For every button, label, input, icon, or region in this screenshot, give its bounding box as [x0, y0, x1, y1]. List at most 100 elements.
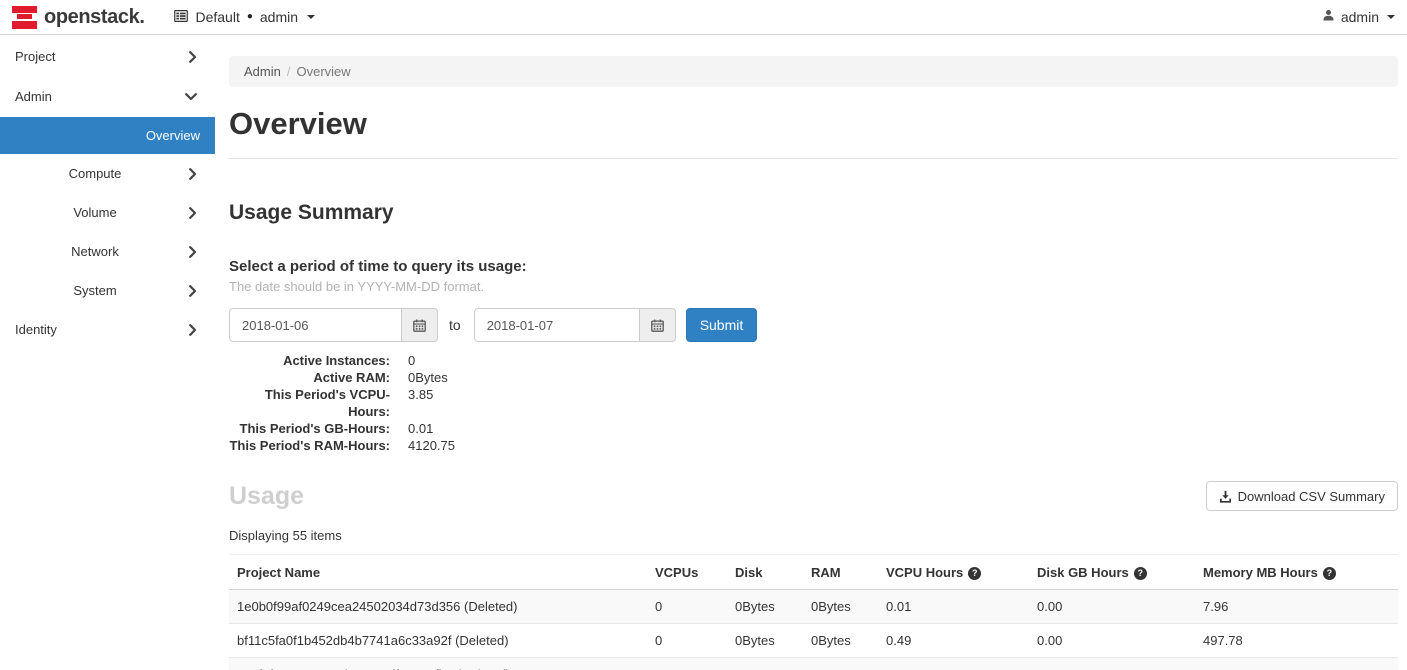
sidebar-item-label: Identity [15, 310, 57, 350]
date-range-form: to Submit [229, 308, 1398, 342]
submit-button[interactable]: Submit [686, 308, 758, 342]
value-cell: 0.49 [878, 624, 1029, 658]
value-cell: 0 [647, 590, 727, 624]
sidebar-item-overview-selected[interactable]: Overview [0, 117, 215, 154]
usage-table-body: 1e0b0f99af0249cea24502034d73d356 (Delete… [229, 590, 1398, 670]
project-name-cell: 1e0b0f99af0249cea24502034d73d356 (Delete… [229, 590, 647, 624]
stat-active-instances: Active Instances: 0 [229, 352, 1398, 369]
openstack-logo[interactable]: openstack. [12, 6, 144, 29]
sidebar-item-label: Overview [146, 128, 200, 143]
value-cell: 0.11 [878, 658, 1029, 670]
chevron-right-icon [189, 207, 197, 219]
table-row: ea1f2f357c09465eb6991edf7079efbe (Delete… [229, 658, 1398, 670]
value-cell: 0.00 [1029, 590, 1195, 624]
stat-value: 0.01 [390, 420, 433, 437]
value-cell: 110.93 [1195, 658, 1398, 670]
sidebar-item-project[interactable]: Project [0, 37, 215, 77]
value-cell: 0Bytes [727, 658, 803, 670]
calendar-icon [413, 319, 426, 332]
col-ram: RAM [803, 555, 878, 590]
breadcrumb-separator: / [281, 64, 297, 79]
sidebar-item-label: Admin [15, 77, 52, 117]
col-disk-gb-hours: Disk GB Hours? [1029, 555, 1195, 590]
stat-gb-hours: This Period's GB-Hours: 0.01 [229, 420, 1398, 437]
sidebar-nav: Project Admin Overview Compute Volume [0, 35, 215, 670]
stat-label: This Period's RAM-Hours: [229, 437, 390, 454]
sidebar-item-network[interactable]: Network [0, 232, 215, 271]
value-cell: 0 [647, 624, 727, 658]
value-cell: 0.00 [1029, 624, 1195, 658]
sidebar-item-admin[interactable]: Admin [0, 77, 215, 117]
stat-label: Active RAM: [229, 369, 390, 386]
period-form-help: The date should be in YYYY-MM-DD format. [229, 279, 1398, 294]
value-cell: 0.00 [1029, 658, 1195, 670]
sidebar-item-label: Compute [69, 166, 122, 181]
value-cell: 0Bytes [803, 624, 878, 658]
breadcrumb: Admin/Overview [229, 56, 1398, 87]
stat-value: 3.85 [390, 386, 433, 420]
date-to-group [474, 308, 676, 342]
date-from-calendar-button[interactable] [401, 308, 438, 342]
domain-list-icon [174, 9, 188, 25]
user-menu-dropdown[interactable]: admin [1322, 9, 1395, 25]
breadcrumb-admin-link[interactable]: Admin [244, 64, 281, 79]
download-csv-label: Download CSV Summary [1238, 489, 1385, 504]
date-from-group [229, 308, 438, 342]
help-icon[interactable]: ? [1134, 567, 1147, 580]
help-icon[interactable]: ? [968, 567, 981, 580]
project-name-cell: bf11c5fa0f1b452db4b7741a6c33a92f (Delete… [229, 624, 647, 658]
top-navbar: openstack. Default ● admin admin [0, 0, 1407, 35]
value-cell: 7.96 [1195, 590, 1398, 624]
value-cell: 0Bytes [803, 658, 878, 670]
chevron-right-icon [189, 246, 197, 258]
stat-value: 4120.75 [390, 437, 455, 454]
stat-active-ram: Active RAM: 0Bytes [229, 369, 1398, 386]
usage-table: Project Name VCPUs Disk RAM VCPU Hours? … [229, 554, 1398, 670]
sidebar-item-label: Volume [73, 205, 116, 220]
stat-label: This Period's VCPU-Hours: [229, 386, 390, 420]
context-domain: Default [195, 9, 239, 25]
table-header-row: Project Name VCPUs Disk RAM VCPU Hours? … [229, 555, 1398, 590]
stat-vcpu-hours: This Period's VCPU-Hours: 3.85 [229, 386, 1398, 420]
sidebar-item-volume[interactable]: Volume [0, 193, 215, 232]
stat-value: 0Bytes [390, 369, 448, 386]
chevron-down-icon [185, 93, 197, 101]
table-count-text: Displaying 55 items [229, 528, 1398, 543]
user-name: admin [1341, 9, 1379, 25]
date-from-input[interactable] [229, 308, 401, 342]
table-row: bf11c5fa0f1b452db4b7741a6c33a92f (Delete… [229, 624, 1398, 658]
download-csv-button[interactable]: Download CSV Summary [1206, 481, 1398, 511]
stat-value: 0 [390, 352, 415, 369]
chevron-right-icon [189, 324, 197, 336]
chevron-right-icon [189, 168, 197, 180]
period-form-label: Select a period of time to query its usa… [229, 258, 1398, 275]
breadcrumb-current: Overview [296, 64, 350, 79]
date-to-calendar-button[interactable] [639, 308, 676, 342]
context-switcher-dropdown[interactable]: Default ● admin [174, 9, 315, 25]
page-title: Overview [229, 106, 1398, 142]
value-cell: 0Bytes [727, 590, 803, 624]
sidebar-item-identity[interactable]: Identity [0, 310, 215, 350]
sidebar-item-compute[interactable]: Compute [0, 154, 215, 193]
project-name-cell: ea1f2f357c09465eb6991edf7079efbe (Delete… [229, 658, 647, 670]
col-disk: Disk [727, 555, 803, 590]
openstack-logo-icon [12, 6, 37, 29]
col-memory-mb-hours: Memory MB Hours? [1195, 555, 1398, 590]
sidebar-item-label: Project [15, 37, 55, 77]
date-to-input[interactable] [474, 308, 639, 342]
title-divider [229, 158, 1398, 159]
sidebar-item-system[interactable]: System [0, 271, 215, 310]
chevron-right-icon [189, 51, 197, 63]
usage-stats: Active Instances: 0 Active RAM: 0Bytes T… [229, 352, 1398, 454]
context-project: admin [260, 9, 298, 25]
caret-down-icon [1387, 15, 1395, 19]
help-icon[interactable]: ? [1323, 567, 1336, 580]
usage-summary-heading: Usage Summary [229, 201, 1398, 225]
context-dot-icon: ● [247, 12, 253, 22]
stat-label: This Period's GB-Hours: [229, 420, 390, 437]
value-cell: 497.78 [1195, 624, 1398, 658]
download-icon [1219, 490, 1232, 503]
value-cell: 0Bytes [727, 624, 803, 658]
stat-ram-hours: This Period's RAM-Hours: 4120.75 [229, 437, 1398, 454]
sidebar-item-label: Network [71, 244, 119, 259]
